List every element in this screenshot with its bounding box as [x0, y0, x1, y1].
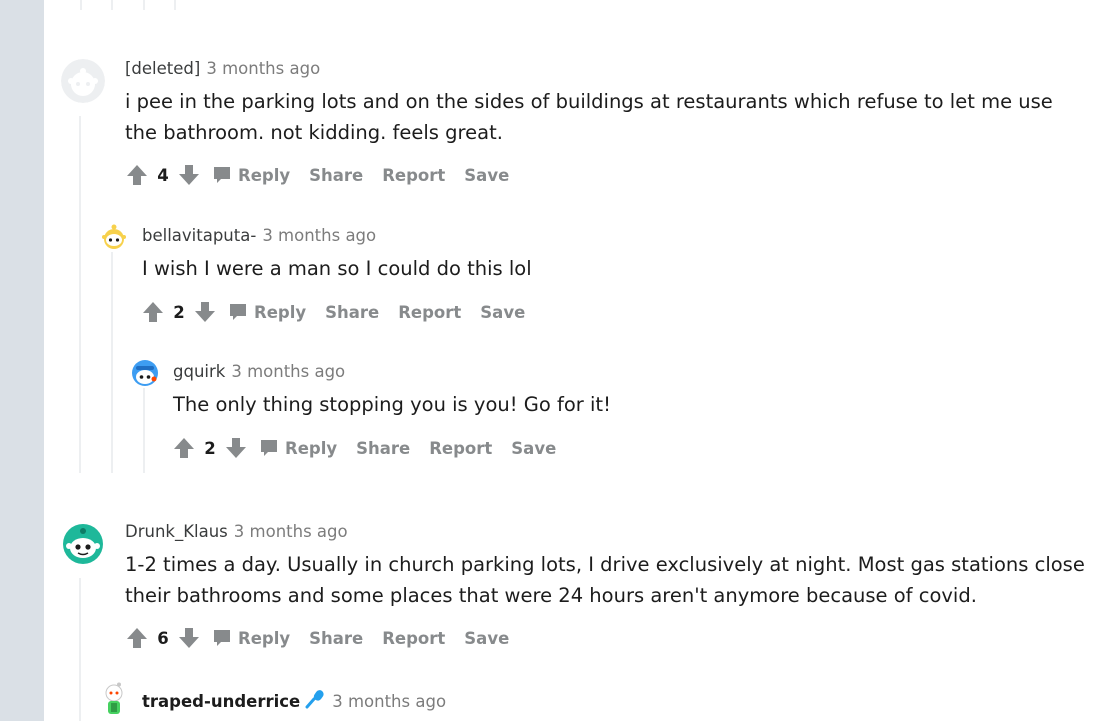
- comment-timestamp[interactable]: 3 months ago: [332, 692, 446, 711]
- comment-bubble-icon: [214, 630, 230, 646]
- reply-button[interactable]: Reply: [212, 165, 290, 185]
- report-button[interactable]: Report: [382, 629, 445, 648]
- downvote-icon[interactable]: [194, 301, 216, 323]
- comment-actions: 6 Reply Share Report Save: [126, 624, 509, 652]
- comment-timestamp[interactable]: 3 months ago: [206, 59, 320, 78]
- share-button[interactable]: Share: [309, 166, 363, 185]
- comment-bubble-icon: [230, 304, 246, 320]
- vote-score: 2: [173, 302, 185, 322]
- vote-score: 2: [204, 438, 216, 458]
- microphone-icon: [304, 689, 326, 714]
- reply-label: Reply: [285, 438, 338, 458]
- comment-bubble-icon: [214, 167, 230, 183]
- comment-meta: Drunk_Klaus 3 months ago: [125, 522, 348, 542]
- comment-meta: traped-underrice 3 months ago: [142, 689, 446, 714]
- share-button[interactable]: Share: [356, 439, 410, 458]
- thread-line-stub: [143, 0, 145, 10]
- share-button[interactable]: Share: [325, 303, 379, 322]
- comment-body: i pee in the parking lots and on the sid…: [125, 90, 1053, 144]
- comment-meta: [deleted] 3 months ago: [125, 59, 320, 79]
- reply-button[interactable]: Reply: [212, 628, 290, 648]
- comment-body: I wish I were a man so I could do this l…: [142, 257, 532, 280]
- comment-author[interactable]: gquirk: [173, 362, 225, 381]
- reply-button[interactable]: Reply: [259, 438, 337, 458]
- comment-actions: 2 Reply Share Report Save: [142, 298, 525, 326]
- save-button[interactable]: Save: [511, 439, 556, 458]
- comment-author[interactable]: Drunk_Klaus: [125, 522, 228, 541]
- downvote-icon[interactable]: [178, 627, 200, 649]
- vote-score: 4: [157, 165, 169, 185]
- comment-author[interactable]: bellavitaputa-: [142, 226, 256, 245]
- reply-label: Reply: [254, 302, 307, 322]
- vote-score: 6: [157, 628, 169, 648]
- upvote-icon[interactable]: [126, 627, 148, 649]
- share-button[interactable]: Share: [309, 629, 363, 648]
- report-button[interactable]: Report: [398, 303, 461, 322]
- comment-meta: gquirk 3 months ago: [173, 362, 345, 382]
- thread-collapse-line[interactable]: [111, 252, 113, 473]
- thread-collapse-line[interactable]: [79, 116, 81, 473]
- comment-actions: 2 Reply Share Report Save: [173, 434, 556, 462]
- blue-helmet-snoo-icon[interactable]: [130, 358, 160, 388]
- comment-timestamp[interactable]: 3 months ago: [234, 522, 348, 541]
- deleted-snoo-icon[interactable]: [61, 59, 105, 103]
- thread-collapse-line[interactable]: [79, 578, 81, 721]
- comment-body: The only thing stopping you is you! Go f…: [173, 393, 611, 416]
- comment-actions: 4 Reply Share Report Save: [126, 161, 509, 189]
- save-button[interactable]: Save: [464, 629, 509, 648]
- upvote-icon[interactable]: [142, 301, 164, 323]
- thread-line-stub: [80, 0, 82, 10]
- reply-button[interactable]: Reply: [228, 302, 306, 322]
- report-button[interactable]: Report: [382, 166, 445, 185]
- downvote-icon[interactable]: [225, 437, 247, 459]
- thread-collapse-line[interactable]: [143, 388, 145, 473]
- green-snoo-icon[interactable]: [99, 682, 129, 716]
- teal-snoo-icon[interactable]: [61, 522, 105, 566]
- upvote-icon[interactable]: [126, 164, 148, 186]
- reply-label: Reply: [238, 165, 291, 185]
- comment-body: 1-2 times a day. Usually in church parki…: [125, 553, 1085, 607]
- report-button[interactable]: Report: [429, 439, 492, 458]
- yellow-snoo-icon[interactable]: [99, 222, 129, 252]
- reply-label: Reply: [238, 628, 291, 648]
- save-button[interactable]: Save: [480, 303, 525, 322]
- comment-meta: bellavitaputa- 3 months ago: [142, 226, 376, 246]
- comment-author[interactable]: traped-underrice: [142, 692, 300, 711]
- save-button[interactable]: Save: [464, 166, 509, 185]
- downvote-icon[interactable]: [178, 164, 200, 186]
- upvote-icon[interactable]: [173, 437, 195, 459]
- thread-line-stub: [111, 0, 113, 10]
- comment-author[interactable]: [deleted]: [125, 59, 200, 78]
- comment-timestamp[interactable]: 3 months ago: [231, 362, 345, 381]
- comment-timestamp[interactable]: 3 months ago: [262, 226, 376, 245]
- thread-line-stub: [174, 0, 176, 10]
- comment-bubble-icon: [261, 440, 277, 456]
- comments-panel: [deleted] 3 months ago i pee in the parki…: [44, 0, 1116, 721]
